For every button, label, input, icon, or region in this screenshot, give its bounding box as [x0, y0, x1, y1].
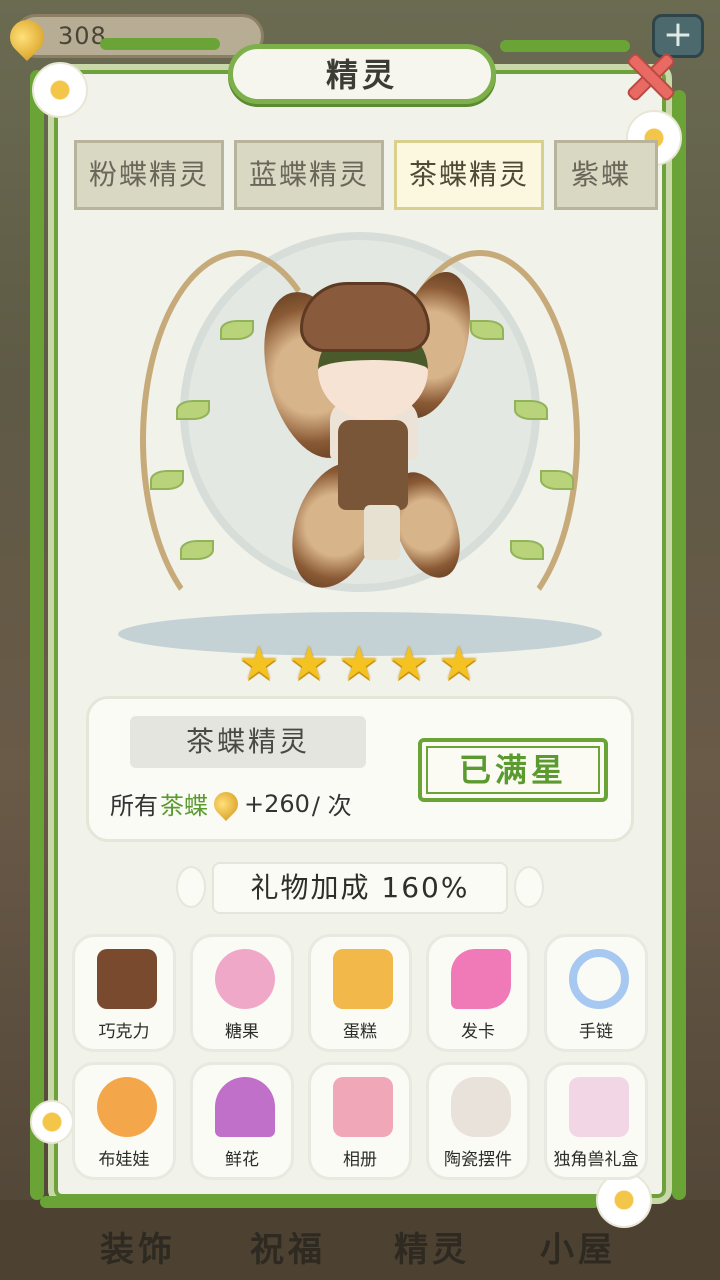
gift-item-unicorn-box[interactable]: 独角兽礼盒	[544, 1062, 648, 1180]
gift-item-chocolate[interactable]: 巧克力	[72, 934, 176, 1052]
leaf-icon	[220, 320, 254, 340]
gift-label: 发卡	[461, 1022, 495, 1042]
leaf-icon	[540, 470, 574, 490]
max-star-button[interactable]: 已满星	[418, 738, 608, 802]
gift-label: 巧克力	[98, 1022, 150, 1042]
cake-icon	[333, 949, 393, 1009]
vine-right-decoration	[672, 90, 686, 1200]
fairy-bonus-text: 所有 茶蝶 +260 / 次	[110, 786, 352, 821]
daisy-flower-icon	[596, 1172, 652, 1228]
gift-label: 布娃娃	[98, 1150, 150, 1170]
tab-pink-butterfly-fairy[interactable]: 粉蝶精灵	[74, 140, 224, 210]
leaf-icon	[176, 400, 210, 420]
star-rating-icon: ★	[338, 636, 380, 690]
gift-item-album[interactable]: 相册	[308, 1062, 412, 1180]
gift-item-hairclip[interactable]: 发卡	[426, 934, 530, 1052]
bonus-suffix: / 次	[311, 792, 352, 820]
fairy-hat	[300, 282, 430, 352]
gift-item-flowers[interactable]: 鲜花	[190, 1062, 294, 1180]
tab-tea-butterfly-fairy[interactable]: 茶蝶精灵	[394, 140, 544, 210]
star-rating-icon: ★	[238, 636, 280, 690]
bracelet-icon	[569, 949, 629, 1009]
vine-left-decoration	[30, 70, 44, 1200]
daisy-flower-icon	[30, 1100, 74, 1144]
chocolate-icon	[97, 949, 157, 1009]
leaf-icon	[470, 320, 504, 340]
gift-item-bracelet[interactable]: 手链	[544, 934, 648, 1052]
star-rating-icon: ★	[288, 636, 330, 690]
gift-label: 手链	[579, 1022, 613, 1042]
bonus-prefix: 所有	[110, 792, 158, 820]
wing-decoration-icon	[514, 866, 544, 908]
bonus-highlight: 茶蝶	[160, 792, 208, 820]
nav-item-cottage[interactable]: 小屋	[540, 1222, 616, 1271]
vine-top-right-decoration	[500, 40, 630, 52]
gift-label: 鲜花	[225, 1150, 259, 1170]
vine-bottom-decoration	[40, 1196, 600, 1208]
fairy-name: 茶蝶精灵	[130, 716, 366, 768]
gift-item-cake[interactable]: 蛋糕	[308, 934, 412, 1052]
bow-hairclip-icon	[451, 949, 511, 1009]
gift-bonus-label: 礼物加成 160%	[212, 862, 508, 914]
tab-purple-butterfly-fairy[interactable]: 紫蝶精	[554, 140, 658, 210]
gift-item-doll[interactable]: 布娃娃	[72, 1062, 176, 1180]
panel-title: 精灵	[325, 56, 398, 94]
gift-label: 陶瓷摆件	[444, 1150, 512, 1170]
ceramic-cat-icon	[451, 1077, 511, 1137]
fairy-skirt	[338, 420, 408, 510]
leaf-icon	[510, 540, 544, 560]
doll-icon	[97, 1077, 157, 1137]
honey-drop-icon	[209, 786, 243, 821]
wing-decoration-icon	[176, 866, 206, 908]
nav-item-decor[interactable]: 装饰	[100, 1222, 176, 1271]
leaf-icon	[150, 470, 184, 490]
fairy-legs	[364, 505, 400, 560]
vine-top-decoration	[100, 38, 220, 50]
candy-jar-icon	[215, 949, 275, 1009]
nav-item-fairy[interactable]: 精灵	[394, 1222, 470, 1271]
star-rating-icon: ★	[388, 636, 430, 690]
gift-label: 糖果	[225, 1022, 259, 1042]
gift-label: 相册	[343, 1150, 377, 1170]
tab-blue-butterfly-fairy[interactable]: 蓝蝶精灵	[234, 140, 384, 210]
leaf-icon	[180, 540, 214, 560]
leaf-icon	[514, 400, 548, 420]
resource-counter	[14, 14, 264, 58]
gift-label: 独角兽礼盒	[553, 1150, 639, 1170]
bouquet-icon	[215, 1077, 275, 1137]
photo-album-icon	[333, 1077, 393, 1137]
bonus-value: +260	[244, 789, 310, 818]
gift-item-candy[interactable]: 糖果	[190, 934, 294, 1052]
gift-item-ceramic[interactable]: 陶瓷摆件	[426, 1062, 530, 1180]
unicorn-giftbox-icon	[569, 1077, 629, 1137]
star-rating-icon: ★	[438, 636, 480, 690]
nav-item-blessing[interactable]: 祝福	[250, 1222, 326, 1271]
close-x-icon[interactable]	[624, 50, 672, 98]
daisy-flower-icon	[32, 62, 88, 118]
gift-label: 蛋糕	[343, 1022, 377, 1042]
